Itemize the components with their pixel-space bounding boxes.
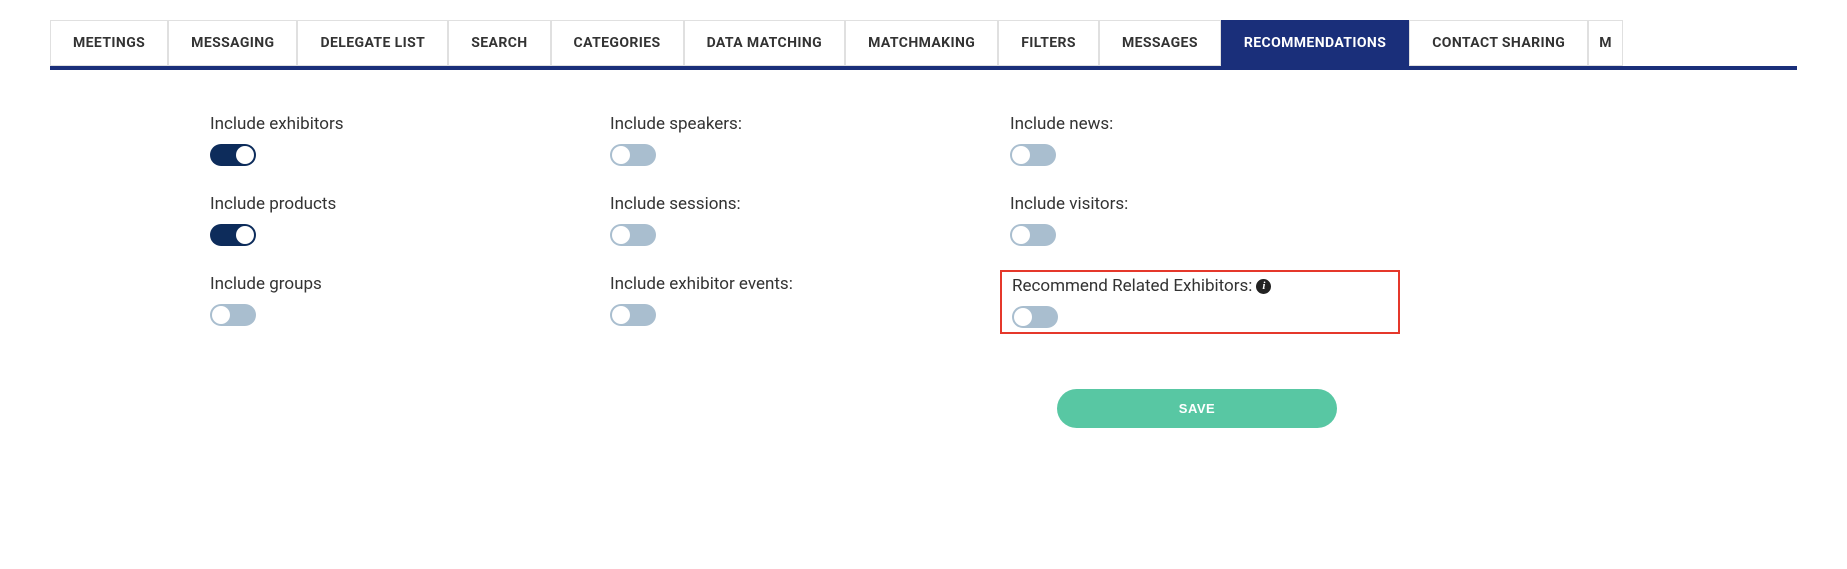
setting-sessions: Include sessions: xyxy=(600,190,1000,250)
setting-label-visitors: Include visitors: xyxy=(1010,194,1390,214)
toggle-exhibitor-events[interactable] xyxy=(610,304,656,326)
tab-messaging[interactable]: MESSAGING xyxy=(168,20,297,66)
setting-label-related-exhibitors: Recommend Related Exhibitors: i xyxy=(1012,276,1388,296)
tab-categories[interactable]: CATEGORIES xyxy=(551,20,684,66)
setting-visitors: Include visitors: xyxy=(1000,190,1400,250)
setting-label-sessions: Include sessions: xyxy=(610,194,990,214)
toggle-sessions[interactable] xyxy=(610,224,656,246)
tab-recommendations[interactable]: RECOMMENDATIONS xyxy=(1221,20,1409,66)
setting-label-exhibitors: Include exhibitors xyxy=(210,114,590,134)
toggle-groups[interactable] xyxy=(210,304,256,326)
setting-label-groups: Include groups xyxy=(210,274,590,294)
setting-news: Include news: xyxy=(1000,110,1400,170)
tab-messages[interactable]: MESSAGES xyxy=(1099,20,1221,66)
setting-exhibitors: Include exhibitors xyxy=(200,110,600,170)
tab-meetings[interactable]: MEETINGS xyxy=(50,20,168,66)
settings-grid: Include exhibitors Include speakers: Inc… xyxy=(50,110,1797,334)
tab-filters[interactable]: FILTERS xyxy=(998,20,1099,66)
setting-label-related-text: Recommend Related Exhibitors: xyxy=(1012,276,1252,296)
tab-contact-sharing[interactable]: CONTACT SHARING xyxy=(1409,20,1588,66)
save-button[interactable]: SAVE xyxy=(1057,389,1337,428)
setting-label-exhibitor-events: Include exhibitor events: xyxy=(610,274,990,294)
toggle-speakers[interactable] xyxy=(610,144,656,166)
tab-delegate-list[interactable]: DELEGATE LIST xyxy=(297,20,448,66)
setting-exhibitor-events: Include exhibitor events: xyxy=(600,270,1000,334)
setting-products: Include products xyxy=(200,190,600,250)
toggle-news[interactable] xyxy=(1010,144,1056,166)
setting-groups: Include groups xyxy=(200,270,600,334)
toggle-products[interactable] xyxy=(210,224,256,246)
tab-matchmaking[interactable]: MATCHMAKING xyxy=(845,20,998,66)
button-row: SAVE xyxy=(50,389,1797,428)
tab-bar: MEETINGSMESSAGINGDELEGATE LISTSEARCHCATE… xyxy=(50,20,1797,70)
setting-label-speakers: Include speakers: xyxy=(610,114,990,134)
setting-speakers: Include speakers: xyxy=(600,110,1000,170)
toggle-visitors[interactable] xyxy=(1010,224,1056,246)
tab-search[interactable]: SEARCH xyxy=(448,20,550,66)
setting-related-exhibitors: Recommend Related Exhibitors: i xyxy=(1000,270,1400,334)
setting-label-products: Include products xyxy=(210,194,590,214)
tab-overflow[interactable]: M xyxy=(1588,20,1623,66)
tab-data-matching[interactable]: DATA MATCHING xyxy=(684,20,846,66)
info-icon[interactable]: i xyxy=(1256,279,1271,294)
toggle-related-exhibitors[interactable] xyxy=(1012,306,1058,328)
setting-label-news: Include news: xyxy=(1010,114,1390,134)
toggle-exhibitors[interactable] xyxy=(210,144,256,166)
